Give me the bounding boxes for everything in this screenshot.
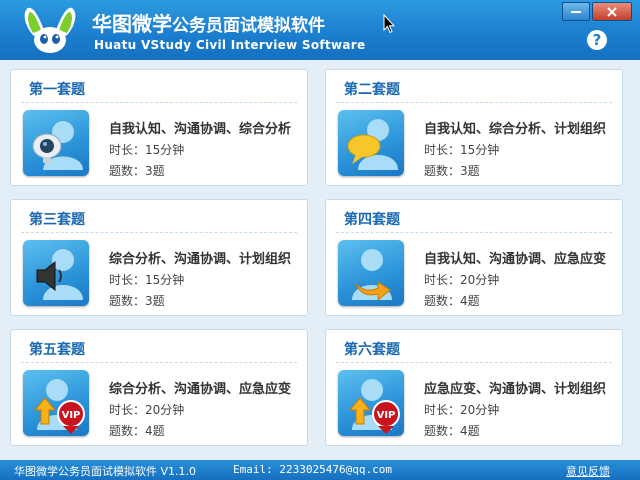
card-topics: 自我认知、沟通协调、综合分析	[109, 122, 292, 137]
divider	[336, 232, 612, 233]
vip-user-icon: VIP	[338, 370, 404, 436]
divider	[21, 102, 297, 103]
card-duration: 时长：15分钟	[424, 143, 500, 157]
title-bar: 华图微学公务员面试模拟软件 Huatu VStudy Civil Intervi…	[0, 0, 640, 60]
minimize-icon	[571, 10, 581, 13]
card-topics: 自我认知、综合分析、计划组织	[424, 122, 607, 137]
card-question-count: 题数：4题	[109, 424, 165, 438]
card-question-count: 题数：4题	[424, 294, 480, 308]
webcam-user-icon	[23, 110, 89, 176]
vip-user-icon: VIP	[23, 370, 89, 436]
card-question-count: 题数：3题	[109, 164, 165, 178]
app-subtitle: Huatu VStudy Civil Interview Software	[94, 38, 366, 52]
exam-set-card-1[interactable]: 第一套题 自我认知、沟通协调、综合分析 时长：15分钟 题数：3题	[10, 69, 308, 186]
title-brand: 华图微学	[92, 12, 172, 36]
card-topics: 自我认知、沟通协调、应急应变	[424, 252, 607, 267]
exam-set-card-6[interactable]: 第六套题 VIP 应急应变、沟通协调、计划组织 时长：20分钟 题数：4题	[325, 329, 623, 446]
card-question-count: 题数：3题	[424, 164, 480, 178]
vip-badge: VIP	[62, 410, 81, 421]
vip-badge: VIP	[377, 410, 396, 421]
card-title: 第二套题	[344, 82, 400, 98]
card-duration: 时长：15分钟	[109, 143, 185, 157]
card-duration: 时长：20分钟	[424, 273, 500, 287]
divider	[21, 232, 297, 233]
speaker-user-icon	[23, 240, 89, 306]
divider	[336, 102, 612, 103]
card-title: 第三套题	[29, 212, 85, 228]
title-product: 公务员面试模拟软件	[172, 16, 325, 36]
contact-email: Email: 2233025476@qq.com	[233, 463, 392, 476]
status-bar: 华图微学公务员面试模拟软件 V1.1.0 Email: 2233025476@q…	[0, 460, 640, 480]
app-version: 华图微学公务员面试模拟软件 V1.1.0	[14, 465, 197, 478]
card-topics: 应急应变、沟通协调、计划组织	[424, 382, 607, 397]
divider	[336, 362, 612, 363]
card-duration: 时长：20分钟	[424, 403, 500, 417]
mouse-cursor-icon	[383, 14, 395, 34]
chat-user-icon	[338, 110, 404, 176]
help-button[interactable]: ?	[587, 30, 607, 50]
card-title: 第五套题	[29, 342, 85, 358]
divider	[21, 362, 297, 363]
arrow-user-icon	[338, 240, 404, 306]
card-duration: 时长：15分钟	[109, 273, 185, 287]
card-question-count: 题数：4题	[424, 424, 480, 438]
exam-set-card-5[interactable]: 第五套题 VIP 综合分析、沟通协调、应急应变 时长：20分钟 题数：4题	[10, 329, 308, 446]
card-title: 第四套题	[344, 212, 400, 228]
window-controls	[562, 2, 632, 21]
close-icon	[607, 6, 617, 17]
feedback-link[interactable]: 意见反馈	[566, 463, 610, 479]
card-topics: 综合分析、沟通协调、计划组织	[109, 252, 292, 267]
card-topics: 综合分析、沟通协调、应急应变	[109, 382, 292, 397]
bunny-logo-icon	[24, 7, 76, 53]
card-question-count: 题数：3题	[109, 294, 165, 308]
exam-set-card-3[interactable]: 第三套题 综合分析、沟通协调、计划组织 时长：15分钟 题数：3题	[10, 199, 308, 316]
exam-set-card-4[interactable]: 第四套题 自我认知、沟通协调、应急应变 时长：20分钟 题数：4题	[325, 199, 623, 316]
minimize-button[interactable]	[562, 2, 590, 21]
card-title: 第一套题	[29, 82, 85, 98]
exam-set-card-2[interactable]: 第二套题 自我认知、综合分析、计划组织 时长：15分钟 题数：3题	[325, 69, 623, 186]
app-title: 华图微学公务员面试模拟软件	[92, 8, 325, 37]
card-title: 第六套题	[344, 342, 400, 358]
card-duration: 时长：20分钟	[109, 403, 185, 417]
close-button[interactable]	[592, 2, 632, 21]
